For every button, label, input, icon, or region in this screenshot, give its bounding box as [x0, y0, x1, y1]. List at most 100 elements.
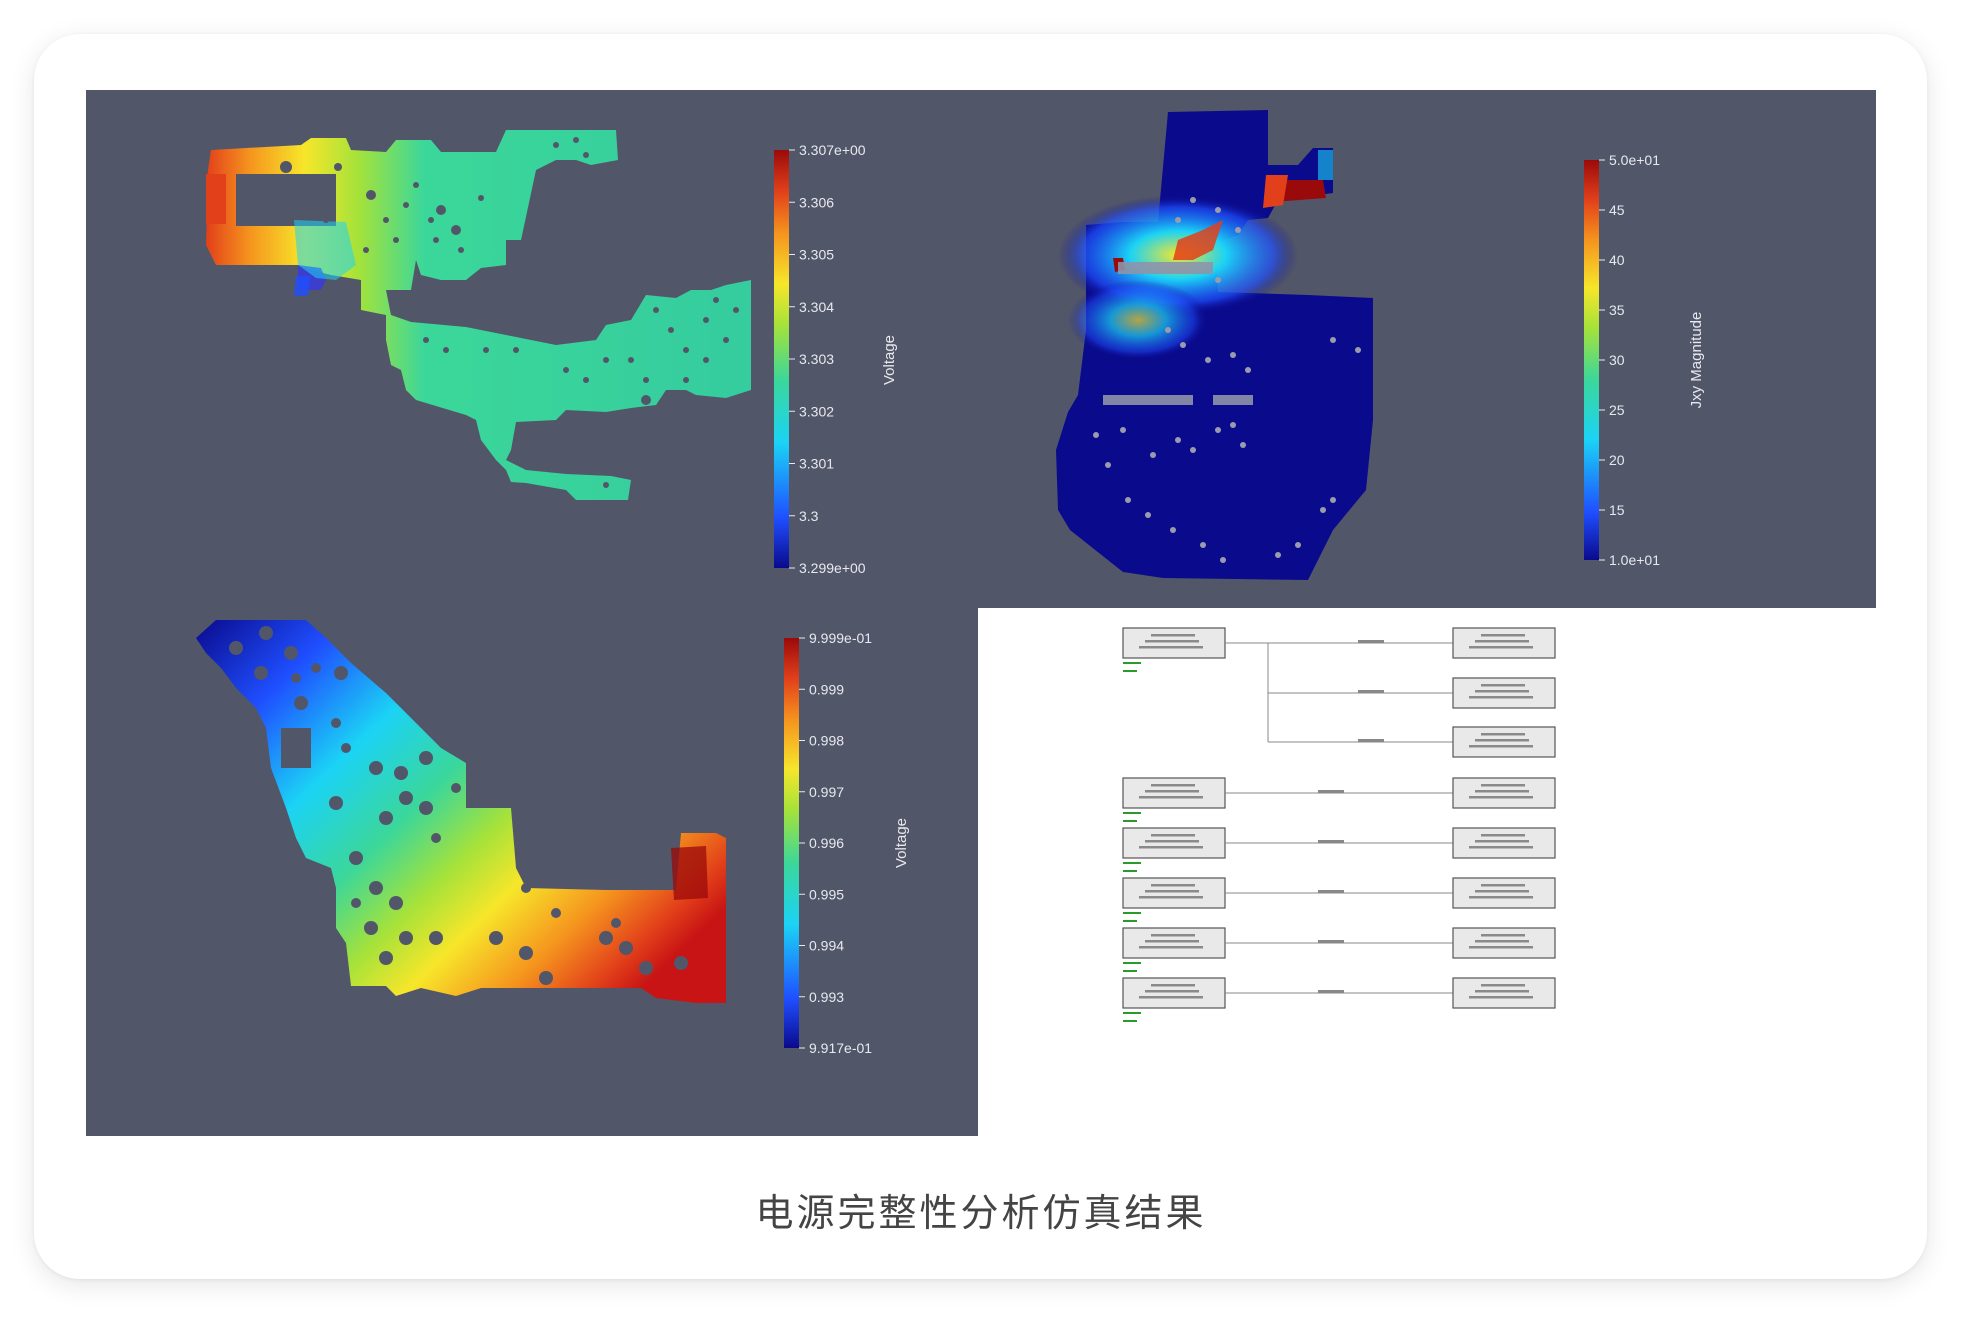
- colorbar-tick-label: 3.3: [799, 508, 819, 524]
- component-text-block: [1151, 634, 1195, 637]
- voltage-map-bottom-left: 9.999e-01 0.999 0.998 0.997 0.996 0.995 0.994 0…: [86, 608, 978, 1136]
- component-text-block: [1145, 890, 1199, 893]
- net-label-mark: [1318, 890, 1344, 893]
- colorbar-tick-label: 15: [1609, 502, 1625, 518]
- component-text-block: [1475, 690, 1529, 693]
- colorbar-tick-label: 25: [1609, 402, 1625, 418]
- colorbar-tick-label: 40: [1609, 252, 1625, 268]
- probe-label-mark: [1123, 970, 1137, 972]
- component-box: [1452, 627, 1556, 659]
- plane-shape: [206, 130, 751, 500]
- colorbar-tick-label: 0.997: [809, 784, 844, 800]
- component-text-block: [1469, 896, 1533, 899]
- component-box: [1452, 726, 1556, 758]
- component-text-block: [1145, 640, 1199, 643]
- component-text-block: [1145, 790, 1199, 793]
- component-text-block: [1151, 984, 1195, 987]
- component-text-block: [1475, 790, 1529, 793]
- component-text-block: [1139, 846, 1203, 849]
- net-label-mark: [1318, 790, 1344, 793]
- colorbar-tick-label: 0.993: [809, 989, 844, 1005]
- colorbar-tick-label: 20: [1609, 452, 1625, 468]
- component-text-block: [1481, 934, 1525, 937]
- component-text-block: [1151, 784, 1195, 787]
- colorbar-tick-label: 3.303: [799, 351, 834, 367]
- component-text-block: [1469, 846, 1533, 849]
- colorbar-tick-label: 3.301: [799, 456, 834, 472]
- component-text-block: [1139, 996, 1203, 999]
- colorbar-tick-label: 30: [1609, 352, 1625, 368]
- component-box: [1122, 827, 1226, 859]
- component-text-block: [1481, 634, 1525, 637]
- colorbar-top-left: 3.307e+00 3.306 3.305 3.304 3.303 3.302 3.301 3…: [774, 142, 898, 576]
- colorbar-tick-label: 3.304: [799, 299, 834, 315]
- colorbar-bottom-left: 9.999e-01 0.999 0.998 0.997 0.996 0.995 0.994 0…: [784, 630, 910, 1056]
- component-text-block: [1475, 739, 1529, 742]
- component-text-block: [1475, 940, 1529, 943]
- colorbar-tick-label: 3.302: [799, 403, 834, 419]
- colorbar-tick-label: 0.996: [809, 835, 844, 851]
- simulation-figure: 3.307e+00 3.306 3.305 3.304 3.303 3.302 3.301 3…: [86, 90, 1876, 1136]
- probe-label-mark: [1123, 670, 1137, 672]
- component-text-block: [1139, 646, 1203, 649]
- probe-label-mark: [1123, 1012, 1141, 1014]
- probe-label-mark: [1123, 870, 1137, 872]
- probe-label-mark: [1123, 812, 1141, 814]
- net-label-mark: [1358, 739, 1384, 742]
- component-text-block: [1475, 840, 1529, 843]
- colorbar-title: Jxy Magnitude: [1688, 312, 1705, 409]
- component-text-block: [1469, 996, 1533, 999]
- component-text-block: [1469, 946, 1533, 949]
- component-text-block: [1475, 640, 1529, 643]
- colorbar-tick-label: 5.0e+01: [1609, 152, 1660, 168]
- colorbar-tick-label: 0.999: [809, 681, 844, 697]
- colorbar-top-right: 5.0e+01 45 40 35 30 25 20 15 1.0e+01 Jxy Magnitu…: [1584, 152, 1705, 568]
- net-label-mark: [1318, 940, 1344, 943]
- component-text-block: [1151, 934, 1195, 937]
- component-text-block: [1481, 984, 1525, 987]
- component-box: [1122, 927, 1226, 959]
- component-text-block: [1469, 696, 1533, 699]
- component-text-block: [1481, 784, 1525, 787]
- colorbar-ticks: 9.999e-01 0.999 0.998 0.997 0.996 0.995 0.994 0…: [799, 630, 872, 1056]
- colorbar-title: Voltage: [881, 335, 898, 385]
- power-tree-nodes: [1122, 627, 1556, 1022]
- power-tree-svg: [1122, 627, 1556, 1022]
- component-box: [1452, 977, 1556, 1009]
- colorbar-tick-label: 9.917e-01: [809, 1040, 872, 1056]
- component-text-block: [1481, 733, 1525, 736]
- colorbar-gradient: [784, 638, 799, 1048]
- colorbar-tick-label: 3.306: [799, 194, 834, 210]
- colorbar-tick-label: 3.305: [799, 247, 834, 263]
- colorbar-gradient: [774, 150, 789, 568]
- net-label-mark: [1318, 990, 1344, 993]
- colorbar-tick-label: 0.998: [809, 733, 844, 749]
- component-text-block: [1139, 796, 1203, 799]
- component-text-block: [1475, 990, 1529, 993]
- colorbar-tick-label: 0.995: [809, 886, 844, 902]
- voltage-map-top-left-svg: 3.307e+00 3.306 3.305 3.304 3.303 3.302 3.301 3…: [206, 130, 898, 576]
- current-density-map-svg: 5.0e+01 45 40 35 30 25 20 15 1.0e+01 Jxy Magnitu…: [1056, 110, 1705, 580]
- probe-label-mark: [1123, 862, 1141, 864]
- colorbar-tick-label: 0.994: [809, 938, 844, 954]
- component-box: [1452, 677, 1556, 709]
- colorbar-gradient: [1584, 160, 1599, 560]
- component-box: [1452, 877, 1556, 909]
- probe-label-mark: [1123, 1020, 1137, 1022]
- colorbar-title: Voltage: [893, 818, 910, 868]
- component-box: [1452, 927, 1556, 959]
- component-box: [1452, 777, 1556, 809]
- colorbar-tick-label: 9.999e-01: [809, 630, 872, 646]
- component-text-block: [1151, 884, 1195, 887]
- colorbar-tick-label: 45: [1609, 202, 1625, 218]
- power-tree-schematic: [978, 608, 1876, 1136]
- net-label-mark: [1358, 690, 1384, 693]
- colorbar-ticks: 5.0e+01 45 40 35 30 25 20 15 1.0e+01: [1599, 152, 1660, 568]
- plane-shape: [196, 620, 726, 1003]
- component-text-block: [1469, 745, 1533, 748]
- probe-label-mark: [1123, 912, 1141, 914]
- component-text-block: [1481, 884, 1525, 887]
- component-box: [1122, 877, 1226, 909]
- current-density-map-top-right: 5.0e+01 45 40 35 30 25 20 15 1.0e+01 Jxy Magnitu…: [978, 90, 1876, 608]
- figure-caption: 电源完整性分析仿真结果: [755, 1191, 1207, 1235]
